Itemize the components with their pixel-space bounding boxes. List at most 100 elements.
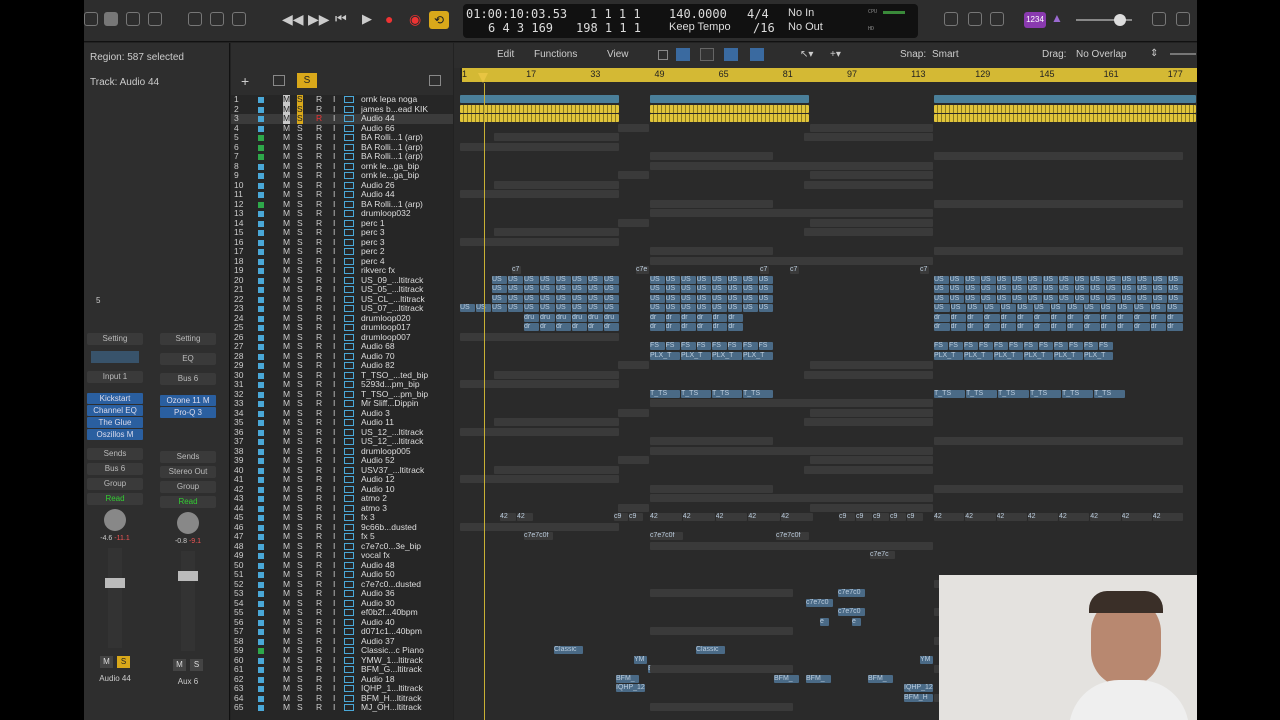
audio-region[interactable]: FS xyxy=(994,342,1008,350)
audio-region[interactable]: dr xyxy=(524,323,539,331)
track-header[interactable]: 55 M S R Ief0b2f...40bpm xyxy=(231,607,453,618)
audio-region[interactable]: 42 xyxy=(1027,513,1058,521)
audio-region[interactable]: US xyxy=(524,294,539,303)
audio-region[interactable] xyxy=(804,133,933,141)
audio-region[interactable] xyxy=(650,399,933,407)
functions-menu[interactable]: Functions xyxy=(534,49,577,60)
track-lock-icon[interactable] xyxy=(344,571,354,578)
audio-region[interactable]: US xyxy=(508,275,523,284)
track-header[interactable]: 28 M S R I Audio 70 xyxy=(231,351,453,362)
audio-region[interactable]: US xyxy=(712,285,727,293)
audio-region[interactable]: US xyxy=(1090,294,1105,303)
audio-region[interactable]: Classic xyxy=(554,646,583,654)
track-name[interactable]: MJ_OH...ltitrack xyxy=(361,702,421,713)
audio-region[interactable]: US xyxy=(1059,294,1074,303)
audio-region[interactable]: dru xyxy=(524,313,539,322)
audio-region[interactable]: dr xyxy=(1050,323,1067,331)
track-header[interactable]: 14 M S R Iperc 1 xyxy=(231,218,453,229)
solo-button[interactable]: S xyxy=(297,702,303,713)
record-icon[interactable]: ● xyxy=(385,11,393,27)
audio-region[interactable]: US xyxy=(758,294,773,303)
track-header[interactable]: 7 M S R I BA Rolli...1 (arp) xyxy=(231,151,453,162)
automation-mode[interactable]: Read xyxy=(160,496,216,508)
audio-region[interactable]: US xyxy=(1043,285,1058,293)
audio-region[interactable] xyxy=(650,114,809,122)
audio-region[interactable]: US xyxy=(492,275,507,284)
solo-button[interactable]: S xyxy=(190,659,203,671)
track-name[interactable]: Track: Audio 44 xyxy=(90,77,159,88)
audio-region[interactable]: c9 xyxy=(856,513,872,521)
plugin-slot[interactable]: Ozone 11 M xyxy=(160,395,216,406)
audio-region[interactable] xyxy=(650,199,773,208)
audio-region[interactable]: FS xyxy=(979,342,993,350)
audio-region[interactable]: US xyxy=(588,294,603,303)
track-lock-icon[interactable] xyxy=(344,314,354,322)
audio-region[interactable]: US xyxy=(996,294,1012,303)
audio-region[interactable]: PLX_T xyxy=(743,351,773,360)
audio-region[interactable] xyxy=(650,627,793,635)
track-header[interactable]: 8 M S R Iornk le...ga_bip xyxy=(231,161,453,172)
audio-region[interactable] xyxy=(934,199,1183,208)
audio-region[interactable] xyxy=(618,123,649,132)
audio-region[interactable]: c7e7c0 xyxy=(838,589,865,597)
audio-region[interactable]: US xyxy=(1012,294,1027,303)
audio-region[interactable]: US xyxy=(540,294,555,303)
audio-region[interactable]: c7e7c xyxy=(870,551,895,559)
audio-region[interactable]: 42 xyxy=(748,513,781,521)
audio-region[interactable]: dr xyxy=(934,313,950,322)
audio-region[interactable]: FS xyxy=(712,342,727,350)
audio-region[interactable]: US xyxy=(572,304,587,312)
eq-thumbnail[interactable] xyxy=(91,351,139,363)
plugin-slot[interactable]: Oszillos M xyxy=(87,429,143,440)
audio-region[interactable]: US xyxy=(588,285,603,293)
audio-region[interactable]: US xyxy=(650,285,665,293)
track-header[interactable]: 27 M S R I Audio 68 xyxy=(231,341,453,352)
browser-icon[interactable] xyxy=(1176,12,1190,26)
track-header[interactable]: 42 M S R I Audio 10 xyxy=(231,484,453,495)
audio-region[interactable]: T_TS xyxy=(681,389,711,398)
audio-region[interactable] xyxy=(650,437,773,445)
track-lock-icon[interactable] xyxy=(344,219,354,227)
audio-region[interactable]: US xyxy=(1050,304,1067,312)
audio-region[interactable]: dr xyxy=(1050,313,1067,322)
audio-region[interactable]: US xyxy=(758,304,773,312)
audio-region[interactable] xyxy=(618,361,649,369)
audio-region[interactable]: dr xyxy=(1167,313,1183,322)
track-lock-icon[interactable] xyxy=(344,514,354,521)
audio-region[interactable]: US xyxy=(1105,294,1121,303)
audio-region[interactable]: US xyxy=(743,285,758,293)
track-header[interactable]: 26 M S R Idrumloop007 xyxy=(231,332,453,343)
audio-region[interactable]: T_TS xyxy=(1094,389,1125,398)
audio-region[interactable]: US xyxy=(727,294,742,303)
audio-region[interactable]: US xyxy=(712,294,727,303)
audio-region[interactable]: dr xyxy=(984,323,1000,331)
audio-region[interactable]: FS xyxy=(743,342,758,350)
audio-region[interactable]: US xyxy=(650,275,665,284)
audio-region[interactable]: US xyxy=(1105,285,1121,293)
audio-region[interactable] xyxy=(810,408,933,417)
audio-region[interactable]: US xyxy=(949,285,965,293)
audio-region[interactable]: FS xyxy=(1069,342,1083,350)
audio-region[interactable]: Classic xyxy=(696,646,725,654)
audio-region[interactable]: FS xyxy=(727,342,742,350)
track-header[interactable]: 12 M S R I BA Rolli...1 (arp) xyxy=(231,199,453,210)
audio-region[interactable]: c7 xyxy=(512,266,521,274)
audio-region[interactable]: dr xyxy=(1084,313,1100,322)
audio-region[interactable]: dr xyxy=(650,313,665,322)
audio-region[interactable]: T_TS xyxy=(934,389,965,398)
output-slot[interactable]: Stereo Out xyxy=(160,466,216,478)
audio-region[interactable] xyxy=(650,541,933,550)
audio-region[interactable]: US xyxy=(492,294,507,303)
audio-region[interactable] xyxy=(494,228,619,236)
audio-region[interactable]: US xyxy=(588,304,603,312)
audio-region[interactable]: T_TS xyxy=(743,389,773,398)
audio-region[interactable] xyxy=(810,218,933,227)
audio-region[interactable]: dr xyxy=(1150,323,1167,331)
audio-region[interactable]: US xyxy=(967,304,983,312)
audio-region[interactable]: US xyxy=(524,285,539,293)
audio-region[interactable]: US xyxy=(1012,275,1027,284)
audio-region[interactable]: c7e7c0 xyxy=(838,608,865,616)
audio-region[interactable]: US xyxy=(681,285,696,293)
track-lock-icon[interactable] xyxy=(344,647,354,654)
audio-region[interactable]: US xyxy=(681,275,696,284)
